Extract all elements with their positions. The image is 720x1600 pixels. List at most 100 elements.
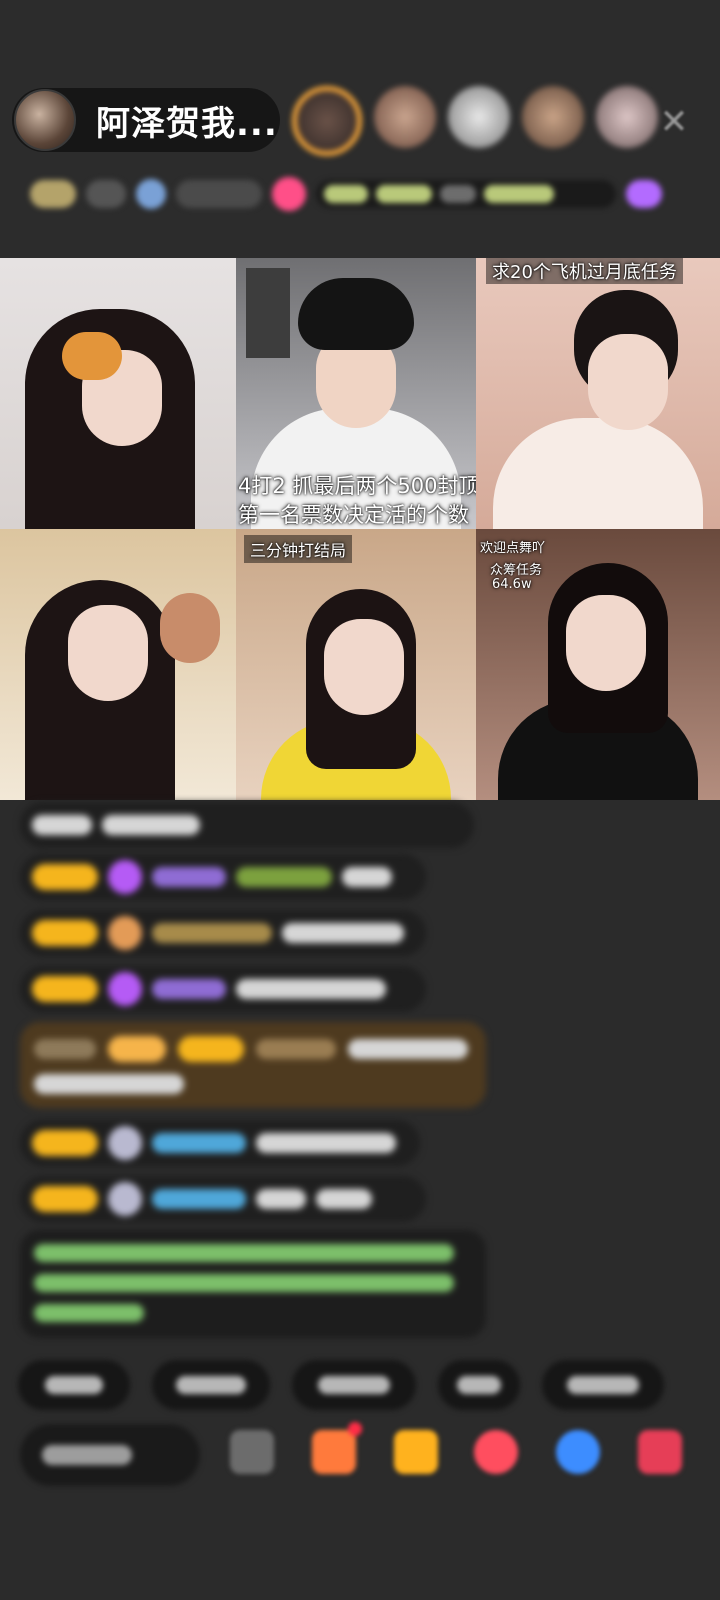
video-cell-1[interactable] — [0, 258, 236, 529]
streamer-face — [324, 619, 404, 715]
notification-dot — [348, 1422, 362, 1436]
gem-icon — [108, 972, 142, 1006]
chat-text — [348, 1039, 468, 1059]
task-chip[interactable] — [316, 180, 616, 208]
cell-6-overlay-text: 欢迎点舞吖 — [480, 541, 546, 556]
chat-username[interactable] — [152, 979, 226, 999]
cell-2-overlay-text: 4打2 抓最后两个500封顶 第一名票数决定活的个数 — [238, 472, 476, 529]
info-chip — [86, 180, 126, 208]
chat-message — [20, 1176, 426, 1222]
video-cell-6[interactable]: 欢迎点舞吖 众筹任务 64.6w — [476, 529, 720, 800]
streamer-face — [566, 595, 646, 691]
chat-line — [34, 1036, 472, 1062]
chat-text — [102, 815, 200, 835]
shelf-decor — [246, 268, 290, 358]
chat-message-highlight — [20, 1022, 486, 1108]
chat-message — [20, 966, 426, 1012]
video-cell-5[interactable]: 三分钟打结局 — [236, 529, 476, 800]
host-avatar[interactable] — [14, 89, 76, 151]
fan-badge — [32, 920, 98, 946]
gem-icon — [108, 1182, 142, 1216]
overlay-line: 第一名票数决定活的个数 — [238, 503, 469, 527]
purple-icon[interactable] — [626, 180, 662, 208]
cell-6-overlay-text: 64.6w — [492, 577, 532, 592]
info-chip — [176, 180, 262, 208]
viewer-avatar[interactable] — [448, 86, 510, 148]
fan-badge — [32, 864, 98, 890]
rank-icon — [136, 179, 166, 209]
viewer-avatar[interactable] — [522, 86, 584, 148]
video-cell-2[interactable]: 4打2 抓最后两个500封顶 第一名票数决定活的个数 — [236, 258, 476, 529]
chat-text — [236, 979, 386, 999]
streamer-hair — [298, 278, 414, 350]
info-row — [18, 170, 688, 218]
close-icon[interactable]: ✕ — [656, 104, 692, 140]
chat-message — [20, 854, 426, 900]
video-grid: 4打2 抓最后两个500封顶 第一名票数决定活的个数 求20个飞机过月底任务 三… — [0, 258, 720, 800]
quick-reply-button[interactable] — [292, 1360, 416, 1410]
chat-text — [236, 867, 332, 887]
comment-input[interactable] — [20, 1424, 200, 1486]
heart-icon[interactable] — [474, 1430, 518, 1474]
fan-badge — [108, 1036, 166, 1062]
fan-badge — [32, 976, 98, 1002]
chat-text — [34, 1274, 454, 1292]
streamer-face — [68, 605, 148, 701]
quick-reply-button[interactable] — [18, 1360, 130, 1410]
chat-system-message — [20, 1230, 486, 1338]
fan-badge — [178, 1036, 244, 1062]
cell-6-overlay-text: 众筹任务 — [490, 563, 543, 578]
quick-reply-row — [18, 1360, 720, 1410]
overlay-line: 4打2 抓最后两个500封顶 — [238, 474, 476, 498]
streamer-face — [588, 334, 668, 430]
viewer-avatars — [292, 86, 658, 156]
chat-text — [34, 1074, 184, 1094]
top-bar: 阿泽贺我... ✕ — [0, 0, 720, 260]
chat-username[interactable] — [256, 1039, 336, 1059]
chat-username[interactable] — [152, 867, 226, 887]
chat-text — [32, 815, 92, 835]
quick-reply-button[interactable] — [438, 1360, 520, 1410]
gem-icon — [108, 916, 142, 950]
task-chip-seg — [440, 185, 476, 203]
viewer-avatar[interactable] — [292, 86, 362, 156]
task-chip-seg — [484, 185, 554, 203]
level-badge — [30, 180, 76, 208]
chat-username[interactable] — [152, 1133, 246, 1153]
gem-icon — [108, 1126, 142, 1160]
chat-message — [20, 1120, 420, 1166]
chat-message — [20, 802, 474, 848]
chat-text — [34, 1304, 144, 1322]
gem-icon — [108, 860, 142, 894]
chat-username[interactable] — [152, 923, 272, 943]
host-name: 阿泽贺我... — [96, 103, 278, 144]
chat-text — [256, 1189, 306, 1209]
cell-3-overlay-text: 求20个飞机过月底任务 — [486, 258, 683, 284]
quick-reply-button[interactable] — [542, 1360, 664, 1410]
video-cell-4[interactable] — [0, 529, 236, 800]
fan-badge — [32, 1186, 98, 1212]
chat-message — [20, 910, 426, 956]
fan-badge — [32, 1130, 98, 1156]
chat-text — [342, 867, 392, 887]
task-chip-seg — [324, 185, 368, 203]
chat-username[interactable] — [152, 1189, 246, 1209]
gift-icon[interactable] — [394, 1430, 438, 1474]
chat-text — [34, 1039, 96, 1059]
streamer-figure — [493, 418, 703, 529]
quick-reply-button[interactable] — [152, 1360, 270, 1410]
teddy-bear-decor — [160, 593, 220, 663]
chat-text — [34, 1244, 454, 1262]
video-cell-3[interactable]: 求20个飞机过月底任务 — [476, 258, 720, 529]
chat-text — [316, 1189, 372, 1209]
share-icon[interactable] — [556, 1430, 600, 1474]
cell-5-overlay-text: 三分钟打结局 — [244, 535, 353, 563]
pink-icon[interactable] — [272, 177, 306, 211]
viewer-avatar[interactable] — [596, 86, 658, 148]
viewer-avatar[interactable] — [374, 86, 436, 148]
host-info[interactable]: 阿泽贺我... — [12, 88, 280, 152]
more-icon[interactable] — [230, 1430, 274, 1474]
chat-text — [282, 923, 404, 943]
menu-icon[interactable] — [638, 1430, 682, 1474]
game-icon[interactable] — [312, 1422, 362, 1474]
